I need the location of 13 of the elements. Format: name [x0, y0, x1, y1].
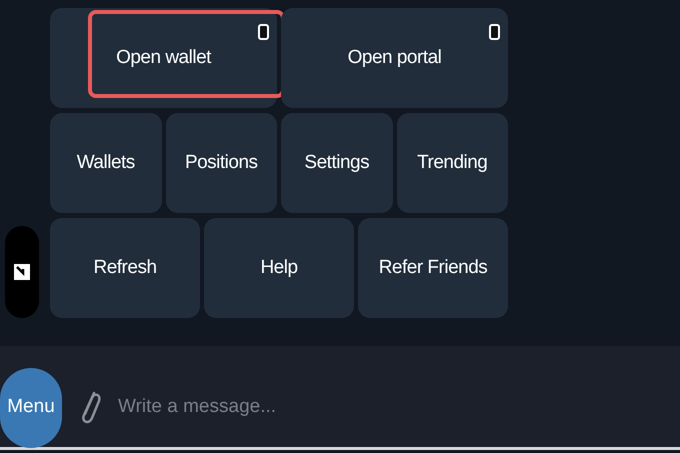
menu-button[interactable]: Menu: [0, 368, 62, 448]
message-field[interactable]: Write a message...: [116, 392, 680, 423]
keyboard-button[interactable]: Trending: [396, 113, 508, 213]
keyboard-button[interactable]: Wallets: [50, 113, 162, 213]
app-icon: [489, 24, 500, 40]
keyboard-button[interactable]: Open wallet: [50, 8, 277, 108]
keyboard-button[interactable]: Positions: [166, 113, 277, 213]
keyboard-button[interactable]: Refresh: [50, 218, 200, 318]
keyboard-button[interactable]: Refer Friends: [358, 218, 508, 318]
keyboard-button[interactable]: Settings: [281, 113, 392, 213]
app-icon: [258, 24, 269, 40]
keyboard-button[interactable]: Open portal: [281, 8, 508, 108]
keyboard-button[interactable]: Help: [204, 218, 354, 318]
